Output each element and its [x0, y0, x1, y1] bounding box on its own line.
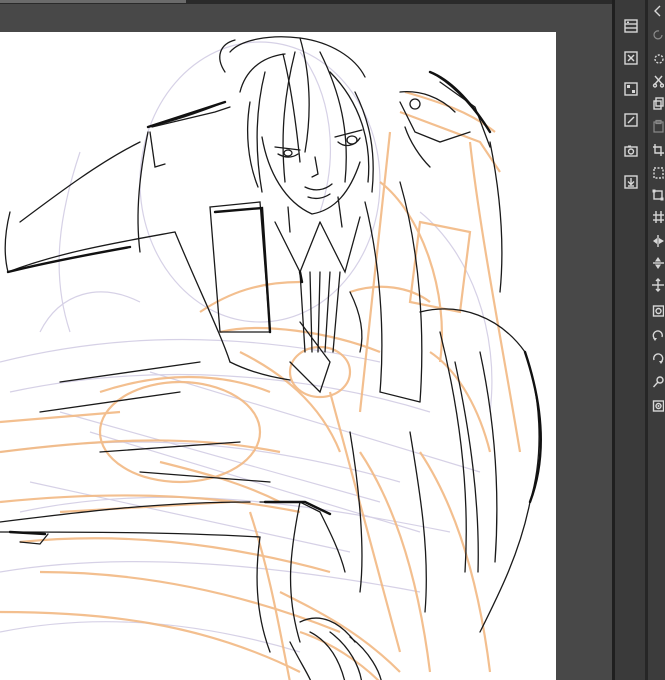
delete-layer-icon[interactable] — [621, 48, 641, 68]
gear-icon[interactable] — [650, 397, 665, 415]
transform-icon[interactable] — [650, 186, 665, 204]
camera-icon[interactable] — [621, 141, 641, 161]
grid-icon[interactable] — [650, 208, 665, 226]
active-document-tab[interactable] — [0, 0, 186, 3]
edit-toolbar — [648, 0, 665, 680]
move-icon[interactable] — [650, 276, 665, 294]
import-icon[interactable] — [621, 172, 641, 192]
flip-vertical-icon[interactable] — [650, 254, 665, 272]
layer-settings-icon[interactable] — [621, 79, 641, 99]
layer-panel-icon[interactable] — [621, 16, 641, 36]
drawing-canvas[interactable] — [0, 32, 556, 680]
artwork-sketch — [0, 36, 542, 680]
redo-icon[interactable] — [650, 26, 665, 44]
illustration-app-window — [0, 0, 665, 680]
layer-panel-dock — [615, 0, 645, 680]
edit-layer-icon[interactable] — [621, 110, 641, 130]
zoom-icon[interactable] — [650, 302, 665, 320]
arrow-left-icon[interactable] — [650, 2, 665, 20]
cut-icon[interactable] — [650, 72, 665, 90]
crop-icon[interactable] — [650, 141, 665, 159]
lasso-select-icon[interactable] — [650, 50, 665, 68]
flip-horizontal-icon[interactable] — [650, 232, 665, 250]
rotate-right-icon[interactable] — [650, 350, 665, 368]
rotate-left-icon[interactable] — [650, 327, 665, 345]
wrench-icon[interactable] — [650, 373, 665, 391]
copy-icon[interactable] — [650, 94, 665, 112]
paste-icon[interactable] — [650, 117, 665, 135]
marquee-icon[interactable] — [650, 164, 665, 182]
canvas-workspace[interactable] — [0, 4, 612, 680]
